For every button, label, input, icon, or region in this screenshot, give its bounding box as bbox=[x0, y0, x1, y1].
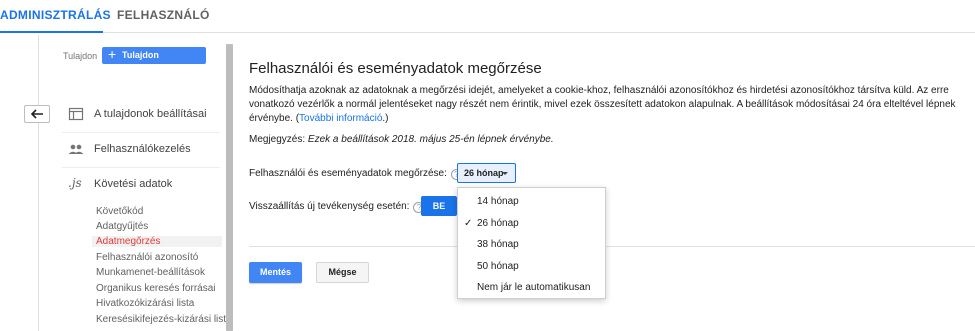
note-label: Megjegyzés: bbox=[249, 134, 306, 145]
reset-row: Visszaállítás új tevékenység esetén:? bbox=[249, 201, 425, 213]
sidebar-subitem-user-id[interactable]: Felhasználói azonosító bbox=[96, 252, 198, 263]
page-title: Felhasználói és eseményadatok megőrzése bbox=[249, 60, 542, 77]
sidebar-item-label: A tulajdonok beállításai bbox=[94, 108, 207, 120]
divider bbox=[249, 246, 975, 247]
retention-dropdown-value: 26 hónap bbox=[464, 168, 504, 178]
back-button[interactable] bbox=[24, 105, 50, 123]
people-icon bbox=[68, 144, 84, 154]
note: Megjegyzés: Ezek a beállítások 2018. máj… bbox=[249, 134, 554, 145]
plus-icon: + bbox=[108, 46, 117, 62]
option-label: 26 hónap bbox=[477, 218, 519, 229]
retention-dropdown[interactable]: 26 hónap bbox=[457, 163, 516, 183]
retention-label: Felhasználói és eseményadatok megőrzése: bbox=[249, 168, 447, 179]
window-icon bbox=[68, 107, 84, 121]
dropdown-option-no-expiry[interactable]: Nem jár le automatikusan bbox=[458, 278, 605, 298]
js-icon: .js bbox=[68, 176, 82, 190]
reset-label: Visszaállítás új tevékenység esetén: bbox=[249, 201, 410, 212]
sidebar-item-user-management[interactable]: Felhasználókezelés bbox=[62, 132, 220, 168]
option-label: Nem jár le automatikusan bbox=[477, 282, 591, 293]
top-tabs: ADMINISZTRÁLÁS FELHASZNÁLÓ bbox=[0, 0, 975, 33]
dropdown-option-14[interactable]: 14 hónap bbox=[458, 192, 605, 212]
sidebar-item-label: Felhasználókezelés bbox=[94, 143, 191, 155]
dropdown-option-26[interactable]: ✓ 26 hónap bbox=[458, 214, 605, 234]
sidebar-scrollbar[interactable] bbox=[226, 44, 233, 331]
caret-down-icon bbox=[502, 172, 508, 175]
option-label: 38 hónap bbox=[477, 239, 519, 250]
sidebar-item-tracking-info[interactable]: .js Követési adatok bbox=[62, 167, 220, 203]
property-label: Tulajdon bbox=[63, 51, 98, 61]
sidebar-item-label: Követési adatok bbox=[94, 178, 173, 190]
create-property-button[interactable]: + Tulajdon létrehozása bbox=[102, 46, 206, 77]
checkmark-icon: ✓ bbox=[464, 218, 473, 229]
sidebar-subitem-organic-search[interactable]: Organikus keresés forrásai bbox=[96, 283, 216, 294]
sidebar-subitem-data-retention[interactable]: Adatmegőrzés bbox=[92, 236, 222, 247]
reset-toggle[interactable]: BE bbox=[421, 196, 457, 216]
sidebar-subitem-tracking-code[interactable]: Követőkód bbox=[96, 206, 143, 217]
more-info-link[interactable]: További információ bbox=[299, 113, 382, 124]
retention-dropdown-menu: 14 hónap ✓ 26 hónap 38 hónap 50 hónap Nem… bbox=[457, 187, 606, 299]
save-button[interactable]: Mentés bbox=[249, 262, 302, 283]
page-description: Módosíthatja azoknak az adatoknak a megő… bbox=[249, 84, 969, 126]
arrow-left-icon bbox=[30, 109, 43, 119]
sidebar-subitem-session-settings[interactable]: Munkamenet-beállítások bbox=[96, 267, 205, 278]
description-end: .) bbox=[382, 113, 389, 124]
sidebar-subitem-referral-exclusion[interactable]: Hivatkozókizárási lista bbox=[96, 298, 194, 309]
option-label: 14 hónap bbox=[477, 196, 519, 207]
cancel-button[interactable]: Mégse bbox=[316, 262, 369, 283]
sidebar-item-property-settings[interactable]: A tulajdonok beállításai bbox=[62, 97, 220, 133]
admin-page: ADMINISZTRÁLÁS FELHASZNÁLÓ Tulajdon + Tu… bbox=[0, 0, 975, 331]
retention-row: Felhasználói és eseményadatok megőrzése:… bbox=[249, 168, 462, 180]
option-label: 50 hónap bbox=[477, 261, 519, 272]
create-property-label: Tulajdon létrehozása bbox=[122, 50, 172, 77]
tab-admin[interactable]: ADMINISZTRÁLÁS bbox=[0, 0, 111, 33]
dropdown-option-38[interactable]: 38 hónap bbox=[458, 235, 605, 255]
sidebar-subitem-search-term-exclusion[interactable]: Keresésikifejezés-kizárási lista bbox=[96, 314, 232, 325]
tab-user[interactable]: FELHASZNÁLÓ bbox=[117, 0, 210, 33]
note-text: Ezek a beállítások 2018. május 25-én lép… bbox=[307, 134, 554, 145]
sidebar-subitem-data-collection[interactable]: Adatgyűjtés bbox=[96, 221, 148, 232]
left-rail-divider bbox=[38, 35, 39, 331]
dropdown-option-50[interactable]: 50 hónap bbox=[458, 257, 605, 277]
